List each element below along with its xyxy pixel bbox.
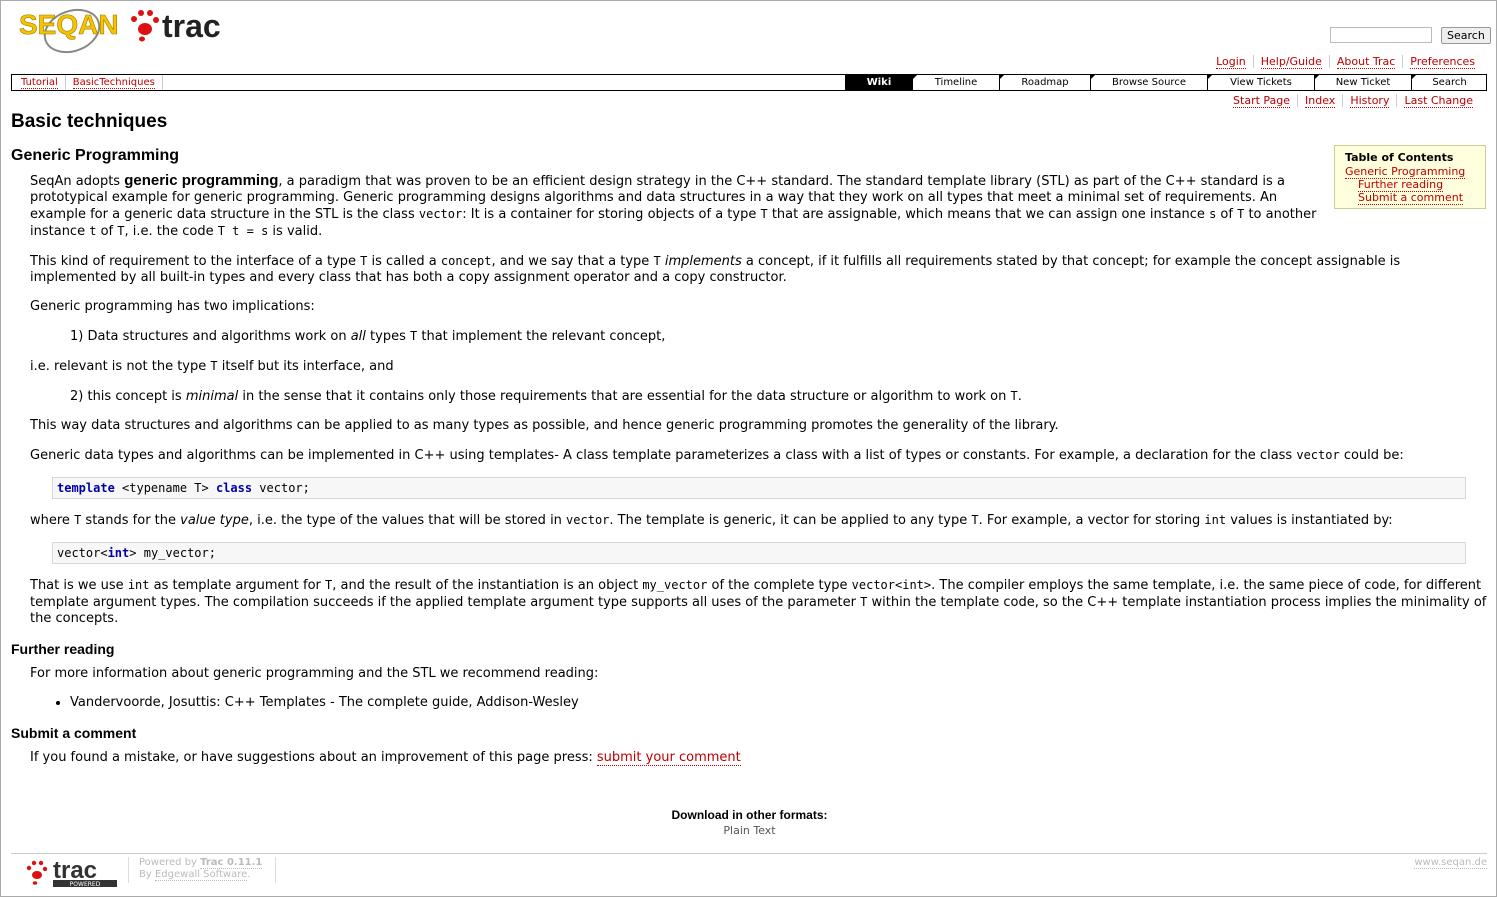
tab-timeline[interactable]: Timeline	[912, 74, 999, 91]
reading-list: Vandervoorde, Josuttis: C++ Templates - …	[48, 695, 1488, 711]
meta-navigation: Login Help/Guide About Trac Preferences	[1209, 55, 1482, 69]
metanav-login[interactable]: Login	[1216, 55, 1246, 69]
toc-item-further-reading[interactable]: Further reading	[1358, 178, 1444, 192]
metanav-item: Help/Guide	[1252, 55, 1329, 69]
implication-2: 2) this concept is minimal in the sense …	[70, 389, 1022, 404]
ctxnav-history[interactable]: History	[1350, 94, 1390, 108]
context-navigation: Start Page Index History Last Change	[1226, 94, 1480, 108]
toc-title: Table of Contents	[1345, 151, 1454, 164]
paragraph-generality: This way data structures and algorithms …	[30, 418, 1059, 433]
ctxnav-last-change[interactable]: Last Change	[1404, 94, 1473, 108]
logo-text-seqan: SEQAN	[19, 9, 119, 40]
breadcrumb-item: BasicTechniques	[66, 75, 163, 90]
paragraph-submit-comment: If you found a mistake, or have suggesti…	[30, 750, 741, 766]
paragraph-instantiation: That is we use int as template argument …	[30, 578, 1487, 626]
paragraph-concept: This kind of requirement to the interfac…	[30, 254, 1401, 285]
footer-divider	[275, 857, 276, 883]
ctxnav-item: History	[1342, 94, 1396, 108]
footer-divider	[128, 857, 129, 883]
logo-text-trac: trac	[162, 8, 221, 44]
trac-version-link[interactable]: Trac 0.11.1	[200, 857, 263, 869]
metanav-about-trac[interactable]: About Trac	[1336, 55, 1396, 69]
metanav-item: About Trac	[1328, 55, 1402, 69]
ctxnav-index[interactable]: Index	[1305, 94, 1336, 108]
page-title: Basic techniques	[11, 111, 168, 132]
powered-badge-text: POWERED	[70, 881, 101, 888]
breadcrumb-basictechniques[interactable]: BasicTechniques	[72, 77, 155, 89]
metanav-item: Preferences	[1402, 55, 1482, 69]
toc-item-generic-programming[interactable]: Generic Programming	[1345, 165, 1466, 179]
list-item: Vandervoorde, Josuttis: C++ Templates - …	[70, 695, 1488, 711]
edgewall-link[interactable]: Edgewall Software	[154, 869, 248, 881]
paragraph-implications: Generic programming has two implications…	[30, 299, 315, 314]
search-input[interactable]	[1330, 27, 1432, 43]
tab-wiki[interactable]: Wiki	[845, 74, 912, 91]
breadcrumb-tutorial[interactable]: Tutorial	[21, 77, 58, 89]
ctxnav-item: Last Change	[1396, 94, 1480, 108]
breadcrumb: Tutorial BasicTechniques	[14, 75, 163, 90]
code-block-template: template <typename T> class vector;	[52, 477, 1466, 499]
header-banner: SEQAN trac Search Login Help/Guide About T…	[1, 1, 1497, 73]
metanav-help-guide[interactable]: Help/Guide	[1260, 55, 1322, 69]
paragraph-relevant: i.e. relevant is not the type T itself b…	[30, 359, 394, 374]
tab-view-tickets[interactable]: View Tickets	[1207, 74, 1314, 91]
ctxnav-item: Index	[1297, 94, 1342, 108]
alternate-formats: Download in other formats: Plain Text	[1, 808, 1497, 837]
paragraph-further-reading: For more information about generic progr…	[30, 666, 599, 681]
ctxnav-item: Start Page	[1226, 94, 1297, 108]
paragraph-value-type: where T stands for the value type, i.e. …	[30, 513, 1393, 528]
submit-comment-link[interactable]: submit your comment	[596, 750, 741, 766]
powered-by: Powered by Trac 0.11.1 By Edgewall Softw…	[139, 857, 263, 881]
section-heading-generic-programming: Generic Programming	[11, 147, 180, 164]
paragraph-templates: Generic data types and algorithms can be…	[30, 448, 1404, 463]
wiki-content: Table of Contents Generic Programming Fu…	[11, 109, 1488, 779]
search-button[interactable]: Search	[1441, 27, 1491, 44]
tab-browse-source[interactable]: Browse Source	[1090, 74, 1207, 91]
table-of-contents: Table of Contents Generic Programming Fu…	[1334, 145, 1486, 209]
section-heading-further-reading: Further reading	[11, 641, 115, 657]
navigation-bar: Tutorial BasicTechniques Wiki Timeline Road…	[11, 74, 1487, 91]
footer: trac POWERED Powered by Trac 0.11.1 By E…	[11, 853, 1487, 890]
metanav-item: Login	[1209, 55, 1253, 69]
toc-item-submit-comment[interactable]: Submit a comment	[1358, 191, 1464, 205]
site-link[interactable]: www.seqan.de	[1414, 857, 1487, 869]
section-heading-submit-comment: Submit a comment	[11, 725, 137, 741]
site-link-container: www.seqan.de	[1414, 857, 1487, 869]
trac-powered-logo[interactable]: trac POWERED	[23, 857, 119, 891]
paragraph-intro: SeqAn adopts generic programming, a para…	[30, 172, 1317, 240]
tab-new-ticket[interactable]: New Ticket	[1314, 74, 1411, 91]
tab-roadmap[interactable]: Roadmap	[999, 74, 1090, 91]
breadcrumb-item: Tutorial	[14, 75, 66, 90]
implication-1: 1) Data structures and algorithms work o…	[70, 329, 666, 344]
main-navigation: Wiki Timeline Roadmap Browse Source View Tic…	[845, 74, 1487, 91]
plain-text-link[interactable]: Plain Text	[1, 824, 1497, 837]
ctxnav-start-page[interactable]: Start Page	[1233, 94, 1291, 108]
tab-search[interactable]: Search	[1411, 74, 1487, 91]
metanav-preferences[interactable]: Preferences	[1410, 55, 1475, 69]
alternate-formats-heading: Download in other formats:	[671, 808, 828, 822]
code-block-vector: vector<int> my_vector;	[52, 542, 1466, 564]
seqan-trac-logo[interactable]: SEQAN trac	[17, 5, 232, 55]
